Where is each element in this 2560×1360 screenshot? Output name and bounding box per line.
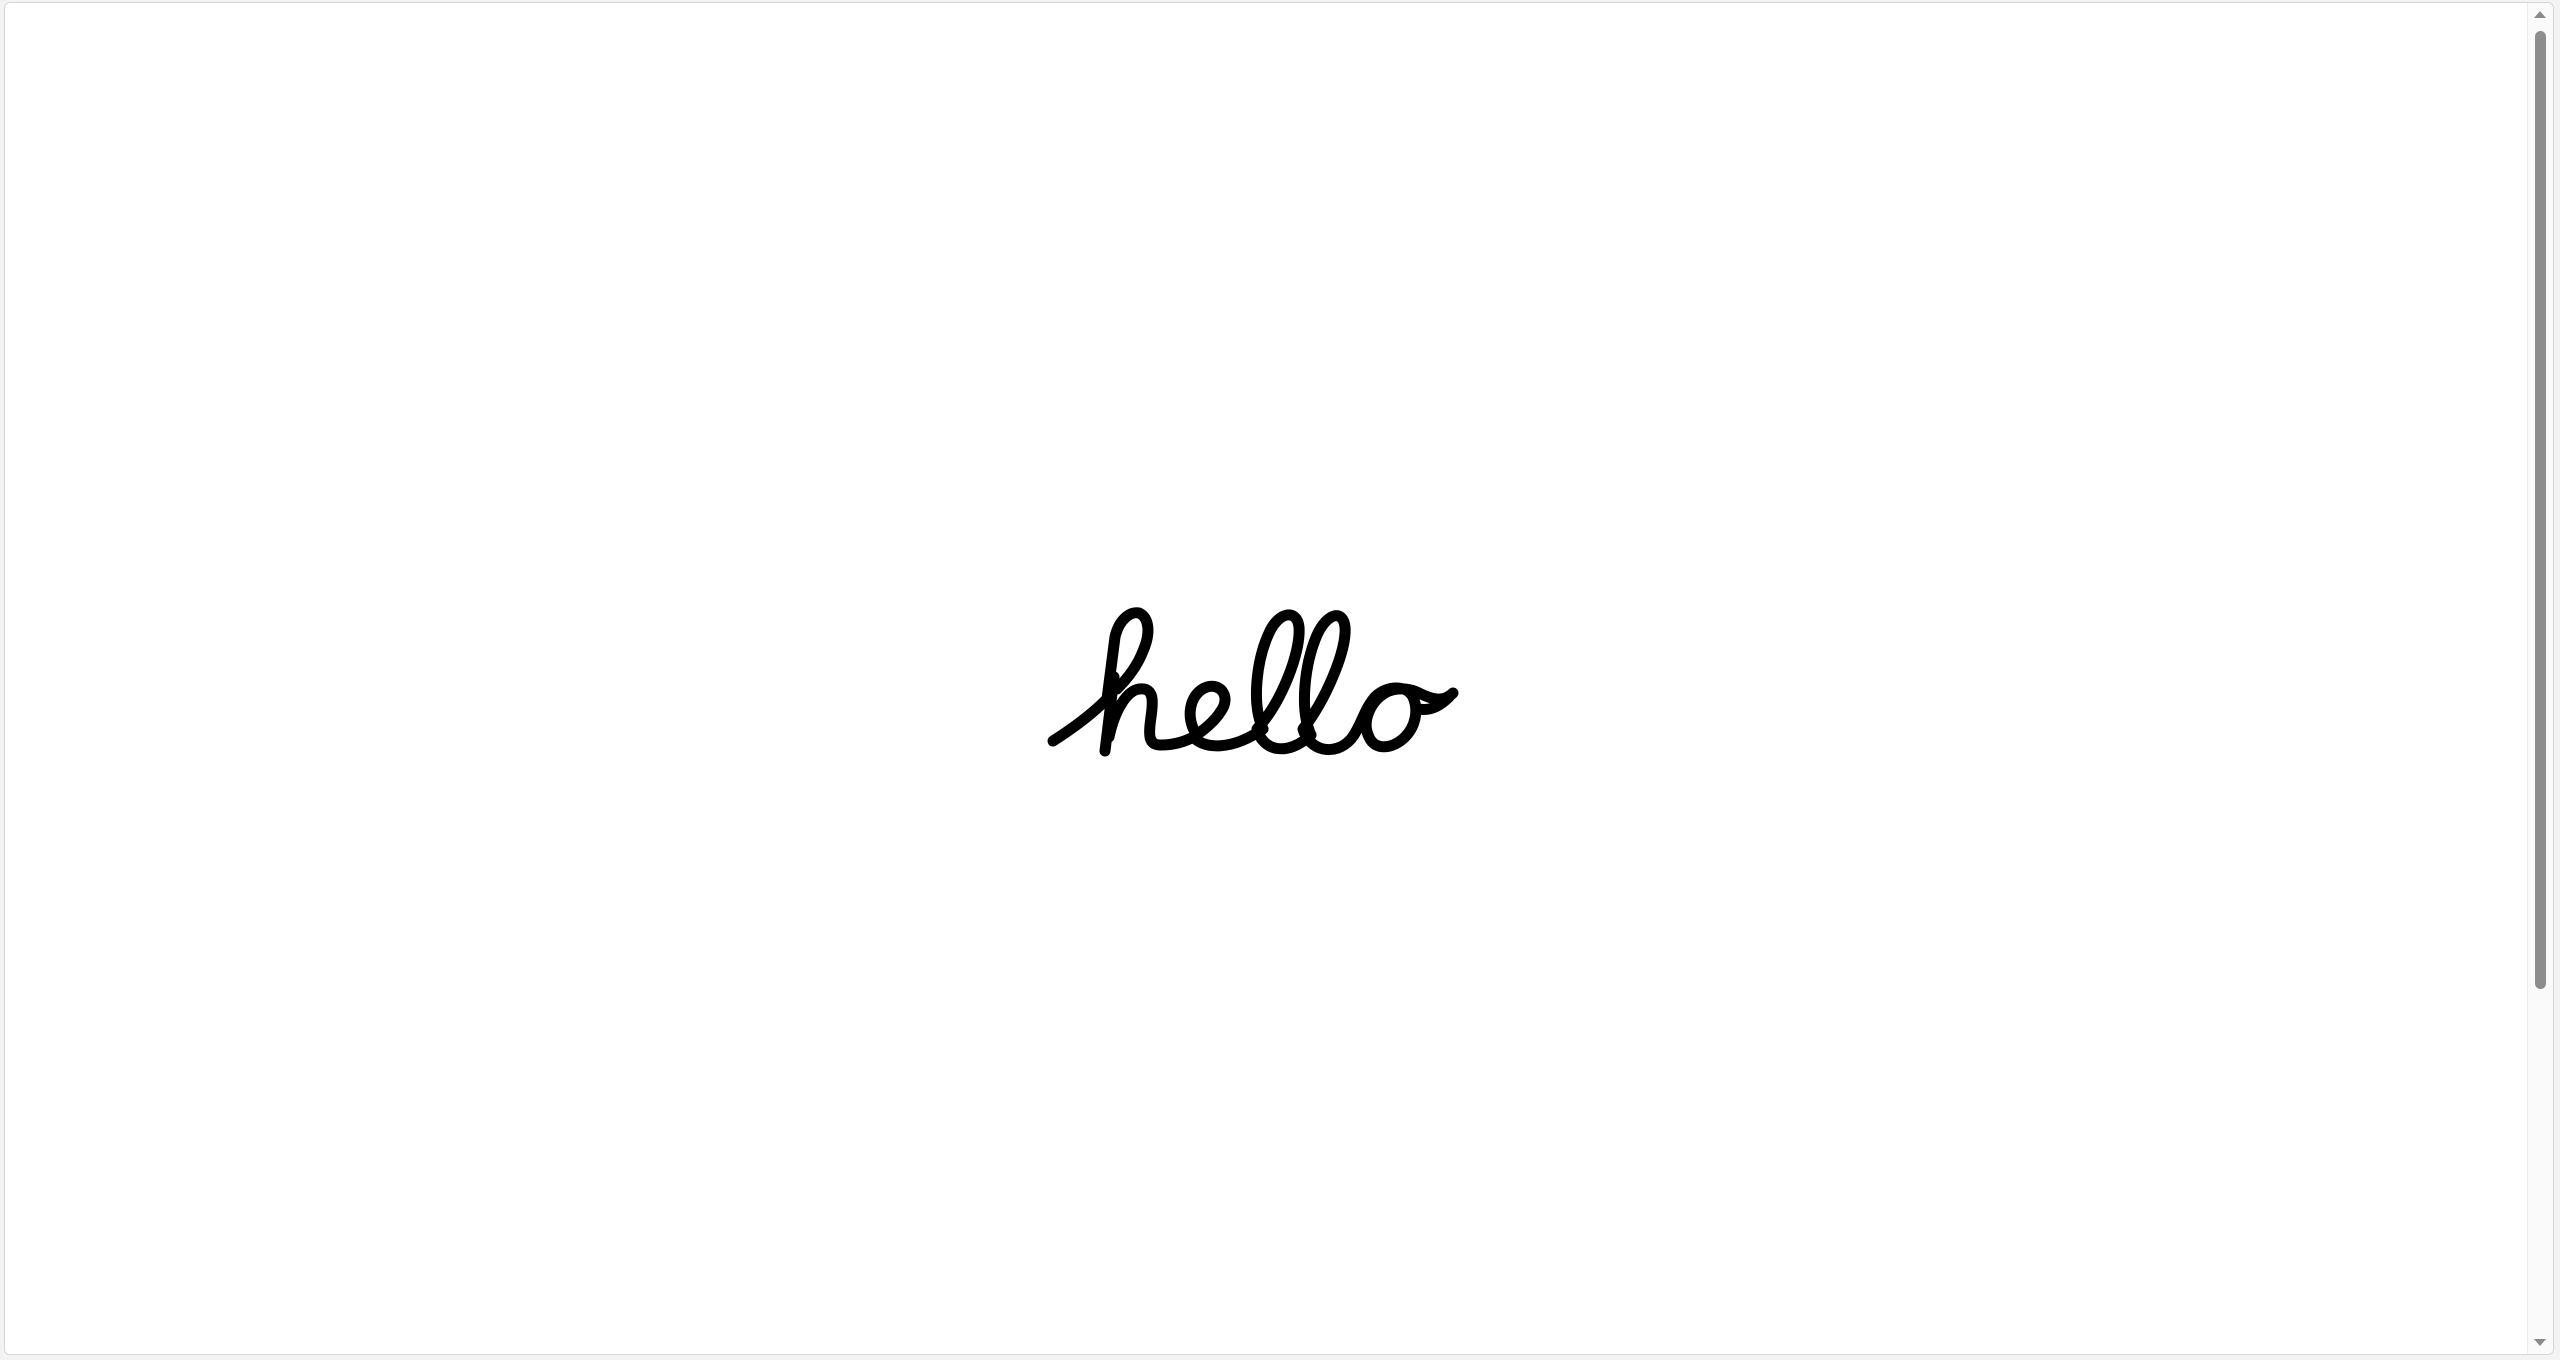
browser-window: hello <box>4 2 2554 1355</box>
hello-script-drawing <box>1047 607 1459 757</box>
hello-lead-in-stroke <box>1047 693 1113 747</box>
page-content: hello <box>5 3 2527 1354</box>
scroll-down-arrow-icon[interactable] <box>2534 1339 2546 1346</box>
hello-h-hump <box>1103 683 1203 751</box>
vertical-scrollbar[interactable] <box>2527 3 2553 1354</box>
hello-o <box>1360 682 1459 753</box>
scroll-up-arrow-icon[interactable] <box>2534 11 2546 18</box>
scrollbar-thumb[interactable] <box>2535 31 2546 989</box>
hello-lettering: hello <box>1035 599 1525 769</box>
